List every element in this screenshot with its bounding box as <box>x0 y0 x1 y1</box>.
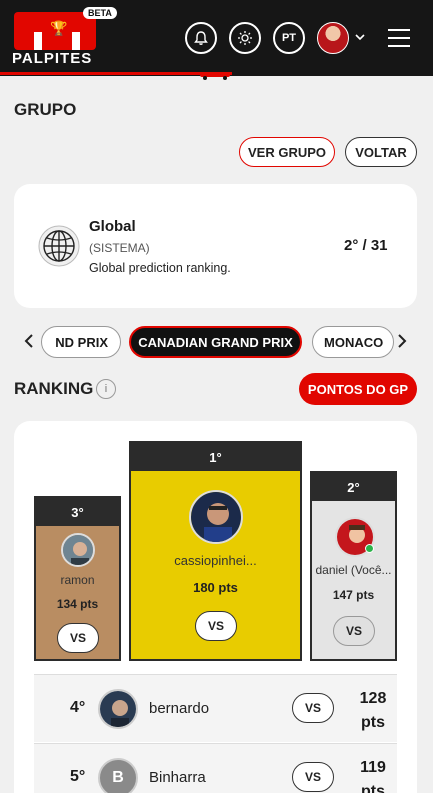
logo-pillar-right <box>72 32 80 50</box>
table-row[interactable]: 5° B Binharra VS 119 pts <box>34 743 397 793</box>
beta-badge: BETA <box>83 7 117 19</box>
podium-first: 1° cassiopinhei... 180 pts VS <box>129 441 302 661</box>
chevron-right-icon[interactable] <box>397 332 407 353</box>
table-row[interactable]: 4° bernardo VS 128 pts <box>34 674 397 742</box>
menu-icon[interactable] <box>388 29 410 47</box>
vs-button[interactable]: VS <box>333 616 375 646</box>
podium-second: 2° daniel (Você... 147 pts VS <box>310 471 397 661</box>
podium-third-name: ramon <box>60 573 95 587</box>
ranking-section-title: RANKING <box>14 379 94 398</box>
vs-button[interactable]: VS <box>195 611 237 641</box>
podium-third: 3° ramon 134 pts VS <box>34 496 121 661</box>
gp-tab-current[interactable]: CANADIAN GRAND PRIX <box>129 326 302 358</box>
logo-pillar-left <box>34 32 42 50</box>
theme-toggle-button[interactable] <box>229 22 261 54</box>
chevron-left-icon[interactable] <box>24 332 34 353</box>
avatar: B <box>98 758 138 793</box>
chevron-down-icon[interactable] <box>355 30 365 44</box>
logo-text: PALPITES <box>12 50 93 67</box>
podium-first-name: cassiopinhei... <box>174 553 257 568</box>
notifications-button[interactable] <box>185 22 217 54</box>
language-button[interactable]: PT <box>273 22 305 54</box>
row-points: 119 pts <box>353 756 393 793</box>
row-points-unit: pts <box>361 714 385 731</box>
group-name: Global <box>89 218 136 235</box>
info-icon[interactable]: i <box>96 379 116 399</box>
avatar <box>61 533 95 567</box>
view-group-button[interactable]: VER GRUPO <box>239 137 335 167</box>
podium-third-points: 134 pts <box>56 597 99 611</box>
row-points-value: 128 <box>359 690 387 707</box>
podium-second-position: 2° <box>312 473 395 501</box>
podium-second-name: daniel (Você... <box>315 563 392 577</box>
group-type: (SISTEMA) <box>89 241 150 255</box>
group-description: Global prediction ranking. <box>89 261 231 275</box>
avatar <box>98 689 138 729</box>
race-car-icon <box>200 73 230 80</box>
sun-icon <box>238 31 252 45</box>
vs-button[interactable]: VS <box>292 693 334 723</box>
app-header: 🏆 PALPITES BETA PT <box>0 0 433 80</box>
podium-first-position: 1° <box>131 443 300 471</box>
row-points-value: 119 <box>360 759 386 776</box>
vs-button[interactable]: VS <box>57 623 99 653</box>
row-points-unit: pts <box>361 783 385 793</box>
row-points: 128 pts <box>353 687 393 735</box>
group-position: 2° / 31 <box>344 237 388 254</box>
row-name: Binharra <box>149 769 206 786</box>
user-avatar[interactable] <box>317 22 349 54</box>
gp-points-button[interactable]: PONTOS DO GP <box>299 373 417 405</box>
vs-button[interactable]: VS <box>292 762 334 792</box>
avatar <box>189 490 243 544</box>
app-logo[interactable]: 🏆 PALPITES <box>12 10 96 67</box>
row-position: 4° <box>70 699 86 716</box>
group-section-title: GRUPO <box>14 100 77 119</box>
back-button[interactable]: VOLTAR <box>345 137 417 167</box>
podium-third-position: 3° <box>36 498 119 526</box>
globe-icon <box>38 225 80 267</box>
bell-icon <box>194 31 208 45</box>
online-indicator <box>365 544 374 553</box>
trophy-icon: 🏆 <box>50 20 68 36</box>
podium-second-points: 147 pts <box>332 588 375 602</box>
gp-tab-previous[interactable]: ND PRIX <box>41 326 121 358</box>
gp-tab-next[interactable]: MONACO <box>312 326 394 358</box>
row-name: bernardo <box>149 700 210 717</box>
row-position: 5° <box>70 768 86 785</box>
podium-first-points: 180 pts <box>193 580 238 595</box>
